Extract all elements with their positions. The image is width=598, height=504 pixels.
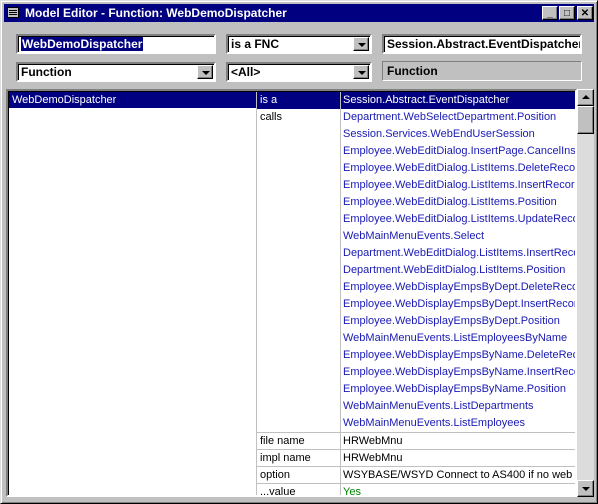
minimize-button[interactable]: _ bbox=[542, 6, 558, 20]
value-cell[interactable]: Employee.WebEditDialog.ListItems.DeleteR… bbox=[341, 160, 575, 177]
verb-cell bbox=[257, 347, 340, 364]
value-cell[interactable]: Session.Abstract.EventDispatcher bbox=[341, 92, 575, 109]
verb-cell[interactable]: calls bbox=[257, 109, 340, 126]
relation-combo-dropdown-icon[interactable] bbox=[353, 37, 369, 51]
type-display: Function bbox=[382, 61, 582, 81]
value-cell[interactable]: Department.WebSelectDepartment.Position bbox=[341, 109, 575, 126]
scroll-down-icon[interactable] bbox=[577, 480, 594, 497]
relation-combo-value: is a FNC bbox=[231, 37, 280, 51]
verb-cell bbox=[257, 228, 340, 245]
value-cell[interactable]: Department.WebEditDialog.ListItems.Inser… bbox=[341, 245, 575, 262]
value-cell[interactable]: WebMainMenuEvents.ListDepartments bbox=[341, 398, 575, 415]
value-cell[interactable]: Department.WebEditDialog.ListItems.Posit… bbox=[341, 262, 575, 279]
model-editor-window: Model Editor - Function: WebDemoDispatch… bbox=[0, 0, 598, 504]
relation-filter-dropdown-icon[interactable] bbox=[353, 65, 369, 79]
verb-cell[interactable]: ...value bbox=[257, 483, 340, 495]
value-cell[interactable]: Employee.WebDisplayEmpsByDept.DeleteReco… bbox=[341, 279, 575, 296]
type-display-value: Function bbox=[387, 64, 438, 78]
relation-filter-combo[interactable]: <All> bbox=[226, 62, 372, 82]
value-cell[interactable]: WebMainMenuEvents.ListEmployees bbox=[341, 415, 575, 432]
verb-cell[interactable]: option bbox=[257, 466, 340, 483]
maximize-button[interactable]: □ bbox=[559, 6, 575, 20]
verb-cell bbox=[257, 296, 340, 313]
relation-combo[interactable]: is a FNC bbox=[226, 34, 372, 54]
verb-cell bbox=[257, 279, 340, 296]
verb-cell bbox=[257, 364, 340, 381]
value-cell[interactable]: WebMainMenuEvents.Select bbox=[341, 228, 575, 245]
value-cell[interactable]: HRWebMnu bbox=[341, 432, 575, 449]
value-cell[interactable]: Employee.WebDisplayEmpsByName.InsertReco… bbox=[341, 364, 575, 381]
relations-grid: WebDemoDispatcher is a calls file name i bbox=[6, 89, 577, 497]
title-bar[interactable]: Model Editor - Function: WebDemoDispatch… bbox=[4, 4, 594, 22]
value-cell[interactable]: Session.Services.WebEndUserSession bbox=[341, 126, 575, 143]
target-object-value: Session.Abstract.EventDispatcher bbox=[387, 37, 582, 51]
value-column: Session.Abstract.EventDispatcher Departm… bbox=[341, 92, 575, 495]
verb-cell bbox=[257, 313, 340, 330]
model-editor-app-icon[interactable] bbox=[7, 7, 19, 18]
object-list: WebDemoDispatcher bbox=[9, 92, 257, 495]
type-filter-dropdown-icon[interactable] bbox=[197, 65, 213, 79]
value-cell[interactable]: HRWebMnu bbox=[341, 449, 575, 466]
target-object-field[interactable]: Session.Abstract.EventDispatcher bbox=[382, 34, 582, 54]
verb-cell bbox=[257, 262, 340, 279]
verb-cell bbox=[257, 330, 340, 347]
type-filter-value: Function bbox=[21, 65, 72, 79]
value-cell[interactable]: WSYBASE/WSYD Connect to AS400 if no web bbox=[341, 466, 575, 483]
verb-cell bbox=[257, 245, 340, 262]
object-name-field[interactable]: WebDemoDispatcher bbox=[16, 34, 216, 54]
vertical-scrollbar[interactable] bbox=[577, 89, 594, 497]
verb-cell bbox=[257, 398, 340, 415]
verb-column: is a calls file name impl name option ..… bbox=[257, 92, 341, 495]
value-cell[interactable]: Yes bbox=[341, 483, 575, 495]
verb-cell bbox=[257, 160, 340, 177]
scroll-thumb[interactable] bbox=[577, 106, 594, 134]
value-cell[interactable]: Employee.WebEditDialog.ListItems.UpdateR… bbox=[341, 211, 575, 228]
value-cell[interactable]: Employee.WebEditDialog.ListItems.Positio… bbox=[341, 194, 575, 211]
close-button[interactable]: ✕ bbox=[577, 6, 593, 20]
verb-cell bbox=[257, 143, 340, 160]
window-title: Model Editor - Function: WebDemoDispatch… bbox=[25, 6, 287, 20]
object-name-value: WebDemoDispatcher bbox=[21, 37, 144, 51]
value-cell[interactable]: Employee.WebDisplayEmpsByName.Position bbox=[341, 381, 575, 398]
verb-cell bbox=[257, 415, 340, 432]
value-cell[interactable]: Employee.WebEditDialog.InsertPage.Cancel… bbox=[341, 143, 575, 160]
value-cell[interactable]: Employee.WebDisplayEmpsByName.DeleteReco… bbox=[341, 347, 575, 364]
value-cell[interactable]: WebMainMenuEvents.ListEmployeesByName bbox=[341, 330, 575, 347]
verb-cell[interactable]: is a bbox=[257, 92, 340, 109]
value-cell[interactable]: Employee.WebEditDialog.ListItems.InsertR… bbox=[341, 177, 575, 194]
object-list-item[interactable]: WebDemoDispatcher bbox=[9, 92, 256, 108]
verb-cell[interactable]: file name bbox=[257, 432, 340, 449]
type-filter-combo[interactable]: Function bbox=[16, 62, 216, 82]
verb-cell bbox=[257, 126, 340, 143]
relation-filter-value: <All> bbox=[231, 65, 261, 79]
verb-cell bbox=[257, 381, 340, 398]
verb-cell bbox=[257, 194, 340, 211]
value-cell[interactable]: Employee.WebDisplayEmpsByDept.Position bbox=[341, 313, 575, 330]
verb-cell bbox=[257, 211, 340, 228]
verb-cell[interactable]: impl name bbox=[257, 449, 340, 466]
scroll-up-icon[interactable] bbox=[577, 89, 594, 106]
value-cell[interactable]: Employee.WebDisplayEmpsByDept.InsertReco… bbox=[341, 296, 575, 313]
verb-cell bbox=[257, 177, 340, 194]
